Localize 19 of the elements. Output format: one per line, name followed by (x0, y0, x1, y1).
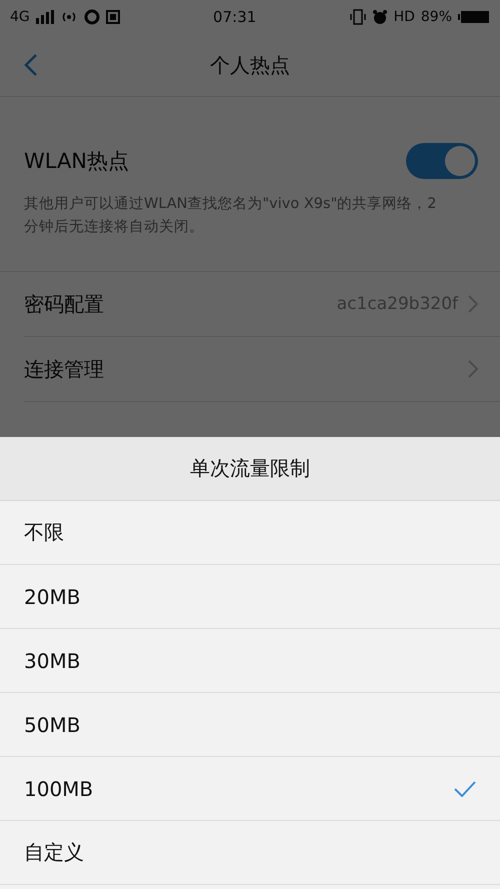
square-icon (106, 10, 120, 24)
network-type: 4G (10, 9, 30, 25)
chevron-right-icon (468, 360, 478, 378)
clock-time: 07:31 (212, 8, 258, 26)
vibrate-icon (350, 9, 366, 25)
back-icon[interactable] (24, 53, 38, 77)
chevron-right-icon (468, 295, 478, 313)
hotspot-description: 其他用户可以通过WLAN查找您名为"vivo X9s"的共享网络，2分钟后无连接将自动关闭。 (24, 194, 438, 237)
battery-percent: 89% (420, 9, 452, 25)
alarm-icon (372, 9, 388, 25)
sheet-title: 单次流量限制 (0, 437, 500, 501)
signal-icon (36, 10, 54, 24)
hotspot-label: WLAN热点 (24, 148, 130, 175)
hd-indicator: HD (394, 9, 415, 25)
hotspot-toggle[interactable] (406, 143, 478, 179)
settings-row[interactable]: 连接管理 (24, 337, 500, 402)
page-title: 个人热点 (209, 52, 291, 78)
hotspot-icon (60, 11, 78, 23)
battery-icon (458, 10, 490, 24)
